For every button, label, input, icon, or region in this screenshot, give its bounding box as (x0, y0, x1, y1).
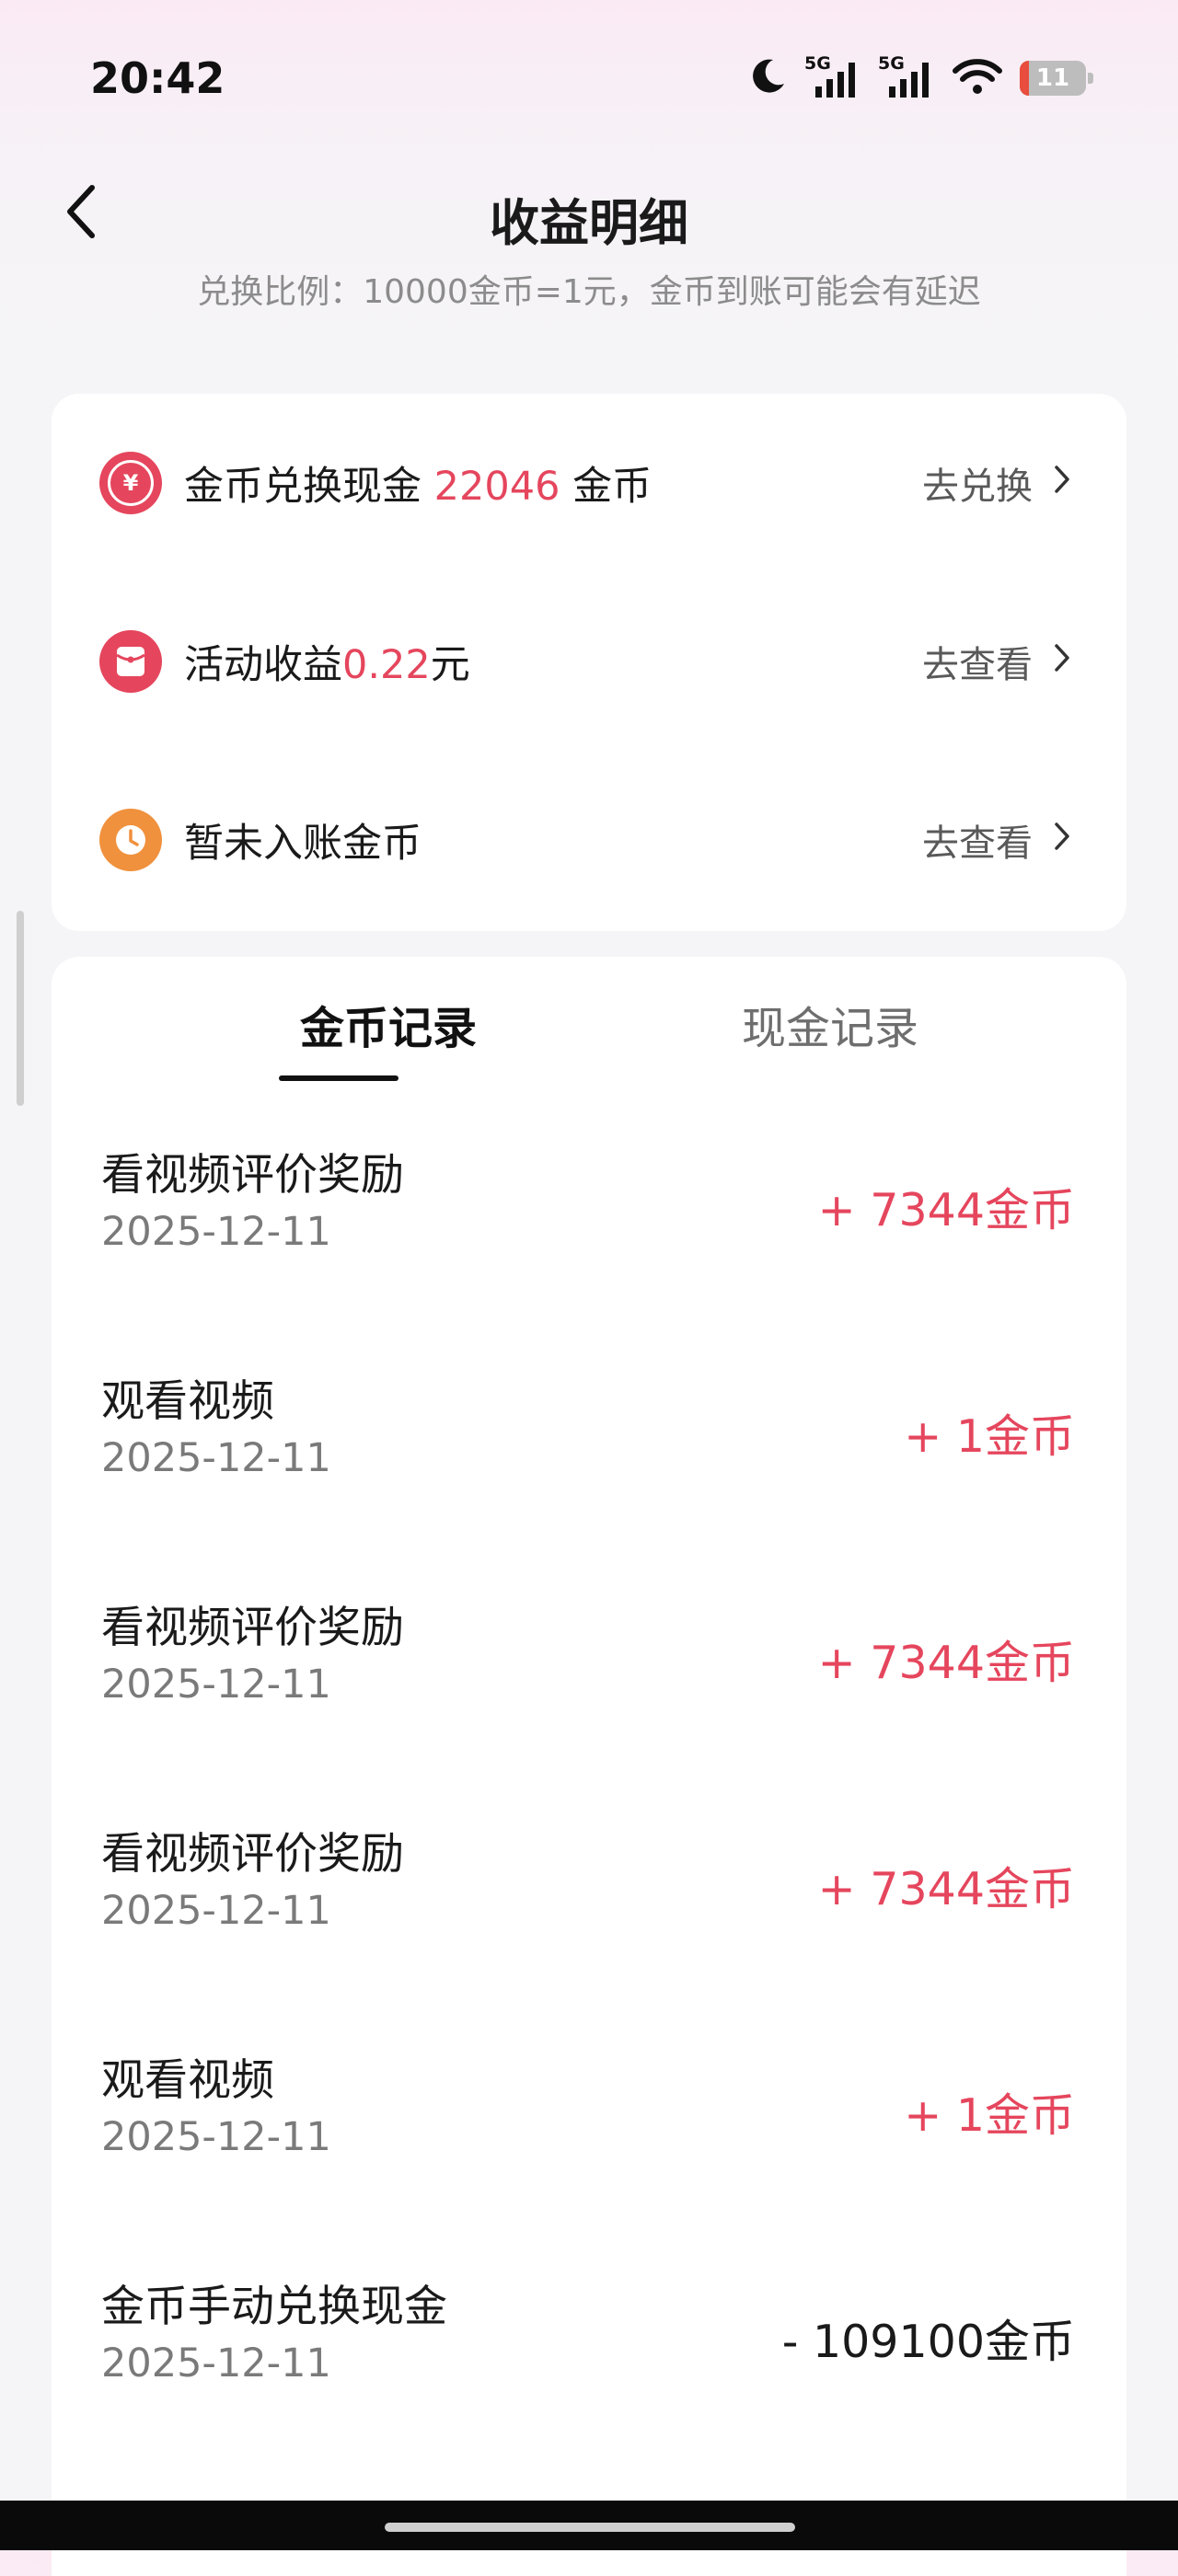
list-item[interactable]: 观看视频 2025-12-11 + 1金币 (52, 1365, 1126, 1592)
record-title: 观看视频 (101, 1376, 274, 1427)
pending-coins-label: 暂未入账金币 (184, 821, 422, 867)
battery-icon: 11 (1020, 61, 1093, 96)
exchange-coins-label: 金币兑换现金 22046 金币 (184, 464, 653, 510)
record-date: 2025-12-11 (101, 1662, 331, 1708)
record-amount: + 7344金币 (817, 1863, 1075, 1915)
tab-cash-records[interactable]: 现金记录 (646, 992, 1014, 1084)
activity-earnings-label: 活动收益0.22元 (184, 642, 470, 688)
red-envelope-icon (99, 630, 162, 693)
list-item[interactable]: 金币手动兑换现金 2025-12-11 - 109100金币 (52, 2271, 1126, 2497)
battery-level: 11 (1035, 64, 1070, 92)
exchange-coins-row[interactable]: ¥ 金币兑换现金 22046 金币 去兑换 (52, 394, 1126, 572)
pending-coins-row[interactable]: 暂未入账金币 去查看 (52, 751, 1126, 929)
activity-earnings-value: 0.22 (342, 642, 431, 688)
coin-balance: 22046 (433, 464, 560, 510)
record-date: 2025-12-11 (101, 1435, 331, 1481)
record-amount: + 7344金币 (817, 1184, 1075, 1236)
list-item[interactable]: 观看视频 2025-12-11 + 1金币 (52, 2044, 1126, 2271)
record-title: 看视频评价奖励 (101, 1150, 404, 1201)
moon-icon (747, 56, 788, 100)
list-item[interactable]: 看视频评价奖励 2025-12-11 + 7344金币 (52, 1139, 1126, 1365)
tab-coin-records[interactable]: 金币记录 (204, 992, 572, 1084)
record-title: 看视频评价奖励 (101, 1829, 404, 1880)
record-amount: + 1金币 (904, 2089, 1075, 2142)
status-icons: 5G 5G 11 (747, 51, 1093, 106)
status-time: 20:42 (90, 53, 225, 103)
home-indicator[interactable] (385, 2523, 795, 2532)
chevron-right-icon (1053, 462, 1071, 504)
record-amount: - 109100金币 (781, 2316, 1075, 2368)
view-pending-link[interactable]: 去查看 (922, 813, 1071, 867)
active-tab-underline (279, 1075, 398, 1081)
yen-coin-icon: ¥ (99, 452, 162, 514)
chevron-right-icon (1053, 640, 1071, 683)
system-nav-bar (0, 2501, 1178, 2550)
exchange-rate-note: 兑换比例：10000金币=1元，金币到账可能会有延迟 (197, 273, 981, 311)
header: 收益明细 兑换比例：10000金币=1元，金币到账可能会有延迟 (0, 156, 1178, 340)
chevron-right-icon (1053, 819, 1071, 861)
signal-icon: 5G (804, 53, 861, 101)
record-amount: + 1金币 (904, 1410, 1075, 1463)
view-activity-link[interactable]: 去查看 (922, 635, 1071, 688)
summary-card: ¥ 金币兑换现金 22046 金币 去兑换 活动收益0.22元 去查看 暂未入账… (52, 394, 1126, 931)
record-title: 金币手动兑换现金 (101, 2282, 447, 2332)
scrollbar[interactable] (17, 911, 24, 1106)
record-date: 2025-12-11 (101, 1209, 331, 1255)
record-title: 看视频评价奖励 (101, 1603, 404, 1653)
record-date: 2025-12-11 (101, 1888, 331, 1934)
record-title: 观看视频 (101, 2055, 274, 2106)
record-date: 2025-12-11 (101, 2340, 331, 2386)
activity-earnings-row[interactable]: 活动收益0.22元 去查看 (52, 572, 1126, 751)
record-date: 2025-12-11 (101, 2114, 331, 2160)
page-title: 收益明细 (490, 194, 688, 252)
list-item[interactable]: 看视频评价奖励 2025-12-11 + 7344金币 (52, 1592, 1126, 1818)
signal-icon: 5G (878, 53, 935, 101)
records-card: 金币记录 现金记录 看视频评价奖励 2025-12-11 + 7344金币 观看… (52, 957, 1126, 2576)
record-amount: + 7344金币 (817, 1637, 1075, 1689)
go-exchange-link[interactable]: 去兑换 (922, 456, 1071, 510)
status-bar: 20:42 5G 5G 11 (0, 0, 1178, 156)
list-item[interactable]: 看视频评价奖励 2025-12-11 + 7344金币 (52, 1818, 1126, 2044)
wifi-icon (952, 56, 1003, 100)
clock-icon (99, 809, 162, 871)
